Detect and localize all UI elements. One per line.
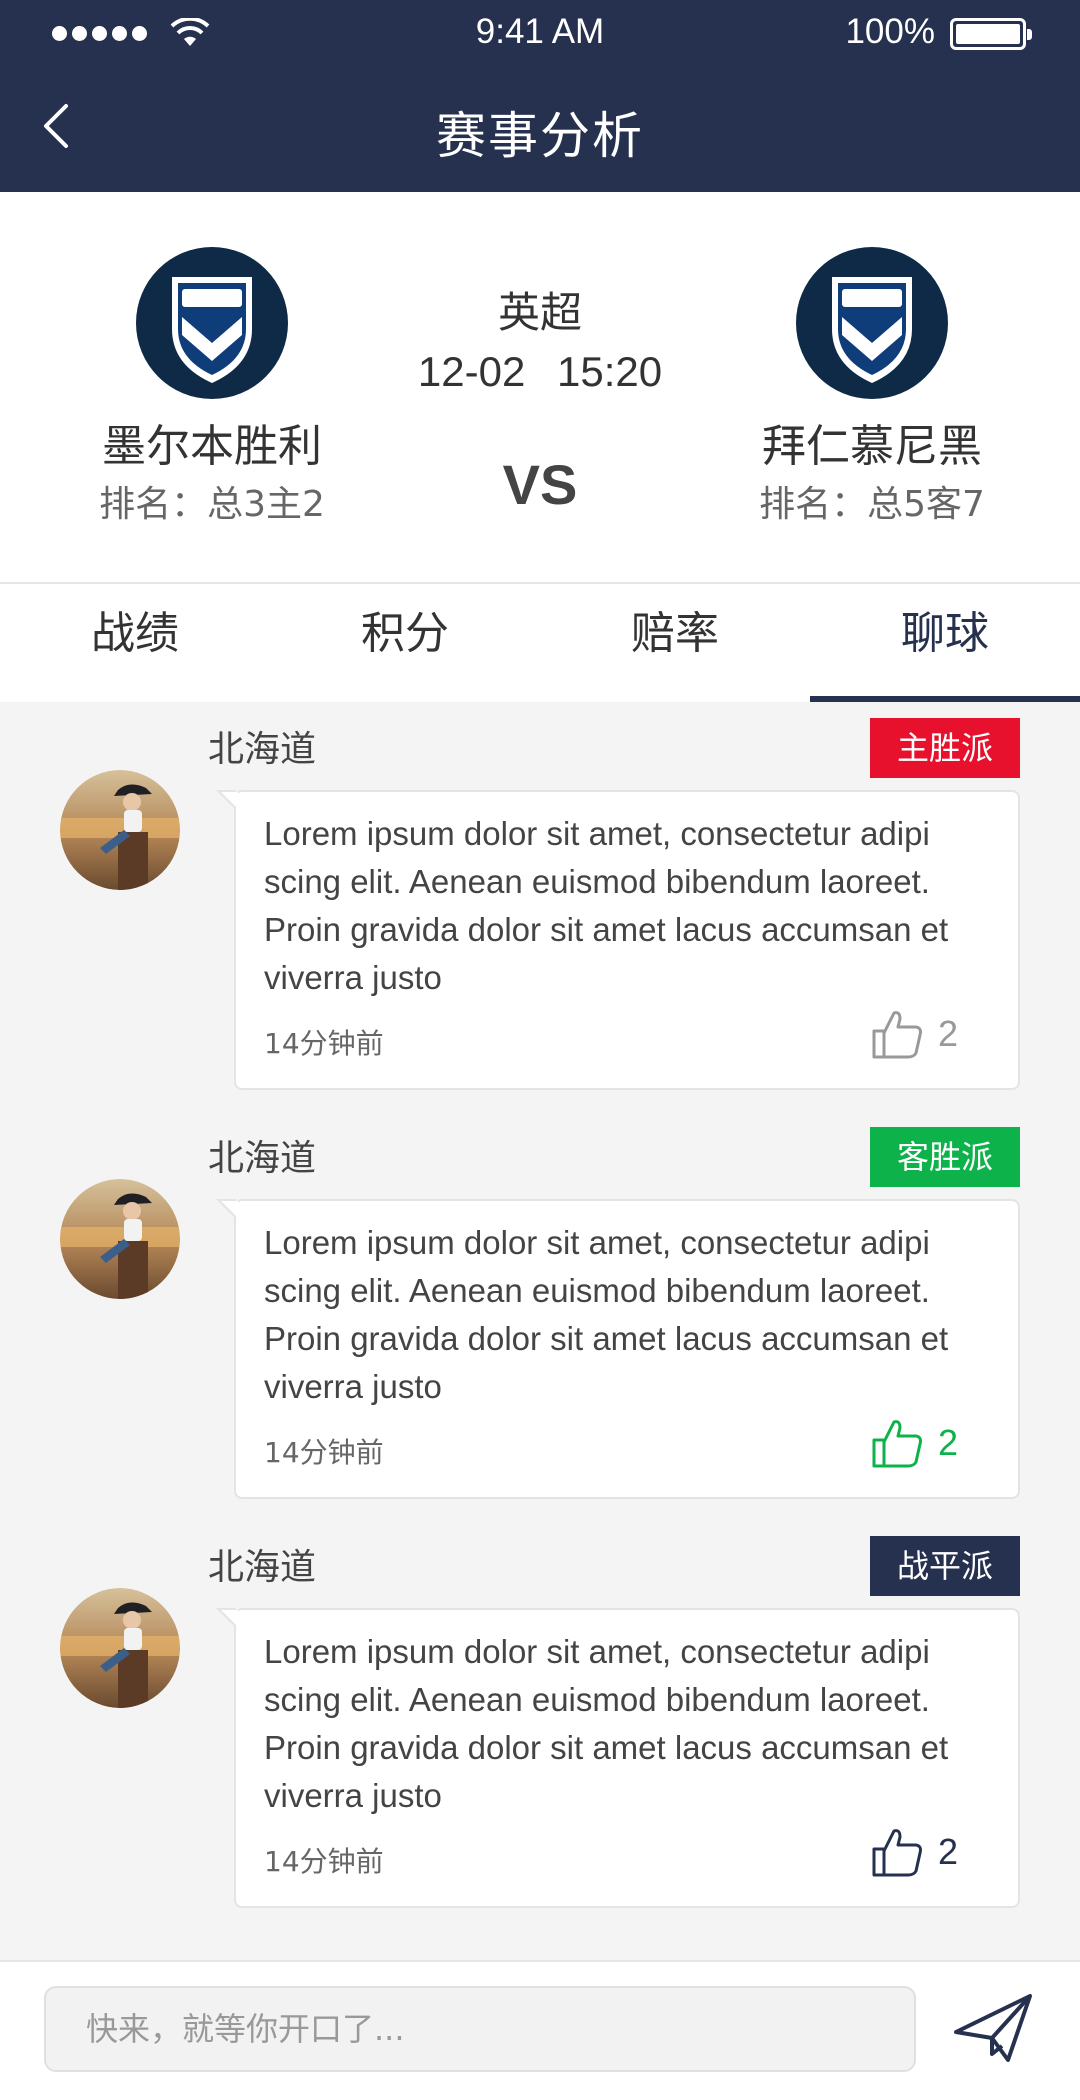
comment-username: 北海道: [208, 1547, 317, 1588]
comment-bubble: Lorem ipsum dolor sit amet, consectetur …: [216, 1608, 1020, 1908]
comment-time: 14分钟前: [264, 1436, 384, 1469]
comment-item: 北海道 战平派 Lorem ipsum dolor sit amet, cons…: [0, 1528, 1080, 1938]
comment-text: Lorem ipsum dolor sit amet, consectetur …: [264, 1224, 949, 1405]
app-header: 9:41 AM 100% 赛事分析: [0, 0, 1080, 192]
comment-text: Lorem ipsum dolor sit amet, consectetur …: [264, 1633, 949, 1814]
status-bar: 9:41 AM 100%: [0, 0, 1080, 64]
away-team[interactable]: 拜仁慕尼黑 排名：总5客7: [712, 192, 1032, 527]
tab-standings[interactable]: 积分: [270, 584, 540, 702]
comment-username: 北海道: [208, 729, 317, 770]
send-icon[interactable]: [952, 1990, 1036, 2068]
comment-time: 14分钟前: [264, 1027, 384, 1060]
like-count: 2: [937, 1831, 958, 1872]
comment-input-bar: 快来，就等你开口了...: [0, 1960, 1080, 2100]
match-date: 12-02: [417, 348, 526, 395]
stance-badge: 客胜派: [870, 1127, 1020, 1187]
tab-record[interactable]: 战绩: [0, 584, 270, 702]
stance-badge: 主胜派: [870, 718, 1020, 778]
like-button[interactable]: 2: [870, 1822, 958, 1882]
battery-percent: 100%: [845, 12, 935, 51]
match-panel: 墨尔本胜利 排名：总3主2 英超 12-02 15:20 VS 拜仁慕尼黑 排名…: [0, 192, 1080, 584]
away-team-logo: [796, 247, 948, 399]
comment-time: 14分钟前: [264, 1845, 384, 1878]
user-avatar[interactable]: [60, 1588, 180, 1708]
like-count: 2: [937, 1422, 958, 1463]
like-count: 2: [937, 1013, 958, 1054]
thumbs-up-icon: [872, 1011, 922, 1059]
comment-bubble: Lorem ipsum dolor sit amet, consectetur …: [216, 790, 1020, 1090]
tab-bar: 战绩 积分 赔率 聊球: [0, 584, 1080, 702]
away-team-name: 拜仁慕尼黑: [762, 421, 982, 472]
away-team-rank: 排名：总5客7: [759, 484, 985, 525]
stance-badge: 战平派: [870, 1536, 1020, 1596]
comment-input[interactable]: 快来，就等你开口了...: [44, 1986, 916, 2072]
battery-icon: [950, 18, 1032, 50]
comment-item: 北海道 客胜派 Lorem ipsum dolor sit amet, cons…: [0, 1119, 1080, 1529]
comment-text: Lorem ipsum dolor sit amet, consectetur …: [264, 815, 949, 996]
page-title: 赛事分析: [436, 107, 644, 165]
thumbs-up-icon: [872, 1829, 922, 1877]
comment-item: 北海道 主胜派 Lorem ipsum dolor sit amet, cons…: [0, 710, 1080, 1120]
user-avatar[interactable]: [60, 770, 180, 890]
comment-username: 北海道: [208, 1138, 317, 1179]
like-button[interactable]: 2: [870, 1413, 958, 1473]
match-time: 15:20: [556, 348, 663, 395]
like-button[interactable]: 2: [870, 1004, 958, 1064]
tab-odds[interactable]: 赔率: [540, 584, 810, 702]
comment-bubble: Lorem ipsum dolor sit amet, consectetur …: [216, 1199, 1020, 1499]
user-avatar[interactable]: [60, 1179, 180, 1299]
tab-chat[interactable]: 聊球: [810, 584, 1080, 702]
thumbs-up-icon: [872, 1420, 922, 1468]
